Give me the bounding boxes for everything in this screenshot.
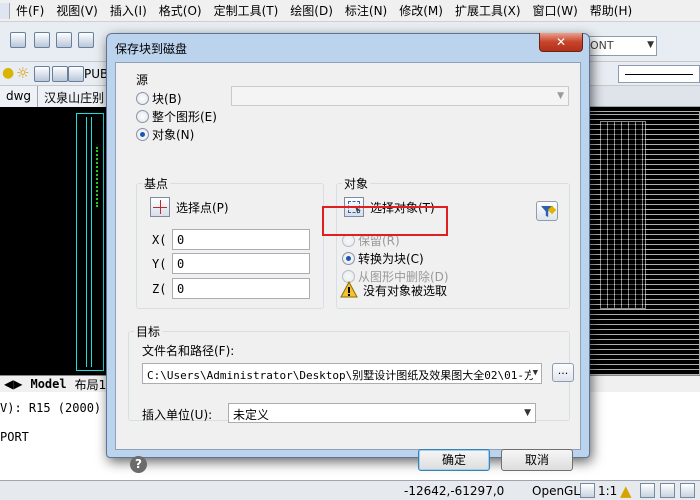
warning-icon	[340, 281, 358, 298]
menu-file[interactable]: 件(F)	[10, 2, 50, 19]
menu-dimension[interactable]: 标注(N)	[339, 2, 393, 19]
close-button[interactable]: ✕	[539, 33, 583, 52]
tab-model[interactable]: Model	[26, 377, 70, 391]
x-label: X(	[152, 233, 167, 247]
ok-button[interactable]: 确定	[418, 449, 490, 471]
menu-window[interactable]: 窗口(W)	[527, 2, 584, 19]
print-icon[interactable]	[34, 32, 50, 48]
chevron-down-icon: ▼	[647, 40, 654, 50]
dialog-title: 保存块到磁盘	[115, 42, 188, 56]
file-path-label: 文件名和路径(F):	[142, 344, 235, 358]
menu-draw[interactable]: 绘图(D)	[284, 2, 339, 19]
cancel-button[interactable]: 取消	[501, 449, 573, 471]
base-point-label: 基点	[142, 175, 171, 192]
y-coordinate-input[interactable]	[172, 253, 310, 274]
sun-icon[interactable]: ☼	[16, 64, 29, 82]
objects-label: 对象	[342, 175, 371, 192]
pick-point-button[interactable]: 选择点(P)	[150, 197, 229, 217]
coordinate-readout: -12642,-61297,0	[404, 484, 505, 498]
insert-units-label: 插入单位(U):	[142, 408, 213, 422]
command-history-line: PORT	[0, 430, 29, 444]
menu-extend-tools[interactable]: 扩展工具(X)	[449, 2, 527, 19]
chevron-down-icon: ▼	[524, 408, 531, 418]
layer-name[interactable]: PUB	[84, 67, 108, 81]
drawing-marks	[96, 147, 106, 207]
command-history-line: V): R15 (2000) r	[0, 401, 116, 415]
chevron-down-icon: ▼	[530, 368, 538, 378]
source-entire-drawing-radio[interactable]: 整个图形(E)	[136, 108, 217, 125]
y-label: Y(	[152, 257, 167, 271]
color-swatch-icon[interactable]	[68, 66, 84, 82]
source-objects-radio[interactable]: 对象(N)	[136, 126, 194, 143]
lock-icon[interactable]	[52, 66, 68, 82]
menu-view[interactable]: 视图(V)	[50, 2, 104, 19]
app-icon	[0, 2, 10, 19]
sync-icon[interactable]	[640, 483, 655, 498]
tab-nav-arrows[interactable]: ◀▶	[0, 377, 26, 391]
drawing-table-inner	[600, 121, 646, 309]
opengl-indicator[interactable]: OpenGL	[532, 484, 580, 498]
freeze-icon[interactable]	[34, 66, 50, 82]
menu-custom-tools[interactable]: 定制工具(T)	[208, 2, 285, 19]
no-objects-selected-text: 没有对象被选取	[363, 284, 448, 298]
radio-icon	[136, 92, 149, 105]
menu-format[interactable]: 格式(O)	[153, 2, 208, 19]
help-icon[interactable]: ?	[130, 456, 147, 473]
bulb-icon[interactable]: ●	[2, 65, 14, 81]
annotation-icon[interactable]	[580, 483, 595, 498]
warning-icon[interactable]: ▲	[620, 482, 632, 500]
clean-screen-icon[interactable]	[680, 483, 695, 498]
radio-selected-icon	[342, 252, 355, 265]
quick-select-filter-icon[interactable]	[536, 201, 558, 221]
menu-modify[interactable]: 修改(M)	[393, 2, 449, 19]
doc-tab-1[interactable]: dwg	[0, 86, 39, 107]
radio-selected-icon	[136, 128, 149, 141]
crosshair-icon	[150, 197, 170, 217]
source-block-radio[interactable]: 块(B)	[136, 90, 182, 107]
source-label: 源	[134, 71, 151, 88]
status-bar: -12642,-61297,0 OpenGL 1:1 ▲	[0, 480, 700, 500]
block-name-combo: ▼	[231, 86, 569, 106]
workspace-icon[interactable]	[660, 483, 675, 498]
annotation-scale[interactable]: 1:1	[598, 484, 617, 498]
chevron-down-icon: ▼	[557, 91, 564, 101]
doc-tab-2[interactable]: 汉泉山庄别	[38, 86, 112, 107]
highlight-box	[322, 206, 448, 236]
menu-bar: 件(F) 视图(V) 插入(I) 格式(O) 定制工具(T) 绘图(D) 标注(…	[0, 0, 700, 22]
drawing-frame-inner	[86, 117, 92, 367]
tab-layout1[interactable]: 布局1	[71, 376, 111, 393]
browse-button[interactable]: ...	[552, 363, 574, 382]
dialog-body: 源 块(B) ▼ 整个图形(E) 对象(N) 基点 选择点(P) X( Y( Z…	[115, 62, 581, 473]
insert-units-combo[interactable]: 未定义 ▼	[228, 403, 536, 423]
convert-to-block-radio[interactable]: 转换为块(C)	[342, 250, 424, 267]
wblock-dialog: 保存块到磁盘 ✕ 源 块(B) ▼ 整个图形(E) 对象(N) 基点 选择点(P…	[106, 33, 590, 473]
menu-insert[interactable]: 插入(I)	[104, 2, 153, 19]
radio-icon	[136, 110, 149, 123]
save-icon[interactable]	[10, 32, 26, 48]
publish-icon[interactable]	[78, 32, 94, 48]
z-coordinate-input[interactable]	[172, 278, 310, 299]
z-label: Z(	[152, 282, 167, 296]
x-coordinate-input[interactable]	[172, 229, 310, 250]
preview-icon[interactable]	[56, 32, 72, 48]
text-style-combo[interactable]: ONT ▼	[585, 36, 657, 56]
file-path-combo[interactable]: C:\Users\Administrator\Desktop\别墅设计图纸及效果…	[142, 363, 542, 384]
lineweight-combo[interactable]	[618, 65, 700, 83]
target-label: 目标	[134, 323, 163, 340]
menu-help[interactable]: 帮助(H)	[584, 2, 638, 19]
